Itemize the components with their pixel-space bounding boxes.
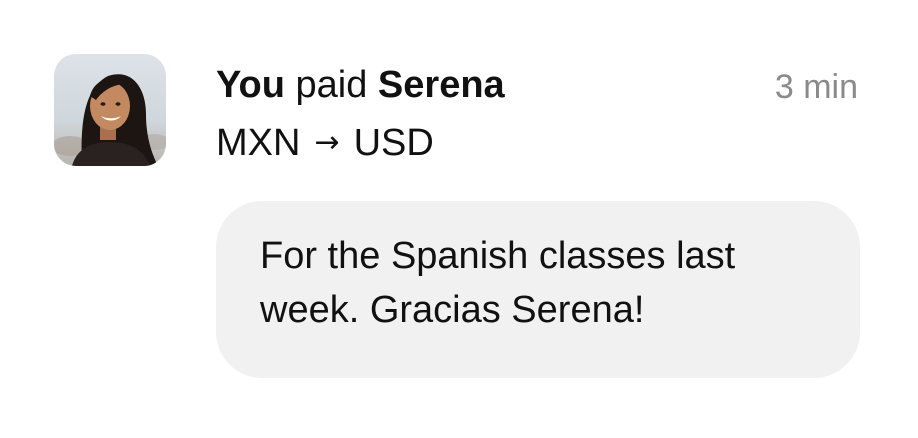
- currency-conversion: MXN → USD: [216, 120, 434, 166]
- person-photo-icon: [54, 54, 166, 166]
- avatar[interactable]: [54, 54, 166, 166]
- payment-verb: paid: [295, 64, 368, 106]
- payment-note-bubble: For the Spanish classes last week. Graci…: [216, 201, 860, 378]
- payment-summary: You paid Serena: [216, 62, 505, 108]
- payer-name[interactable]: You: [216, 64, 285, 106]
- arrow-right-icon: →: [314, 125, 340, 160]
- from-currency: MXN: [216, 122, 301, 164]
- timestamp: 3 min: [774, 68, 858, 106]
- recipient-name[interactable]: Serena: [378, 64, 505, 106]
- to-currency: USD: [353, 122, 434, 164]
- payment-feed-item[interactable]: You paid Serena 3 min MXN → USD For the Sp…: [0, 0, 918, 438]
